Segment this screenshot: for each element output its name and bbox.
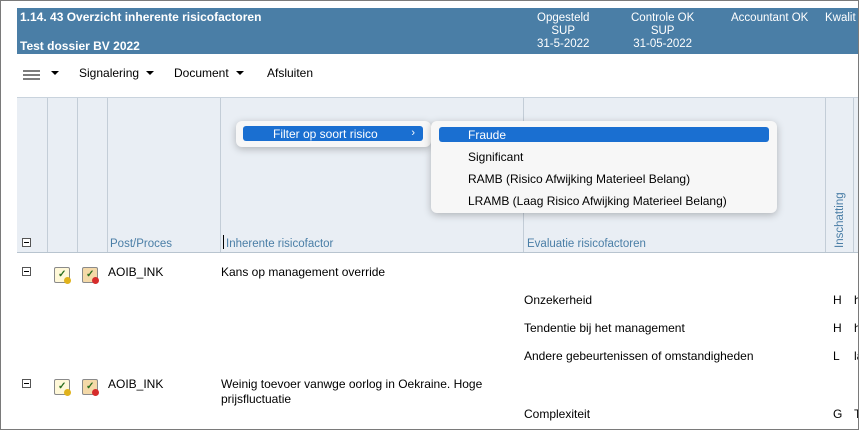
opgesteld-by: SUP <box>551 25 576 37</box>
document-header: 1.14. 43 Overzicht inherente risicofacto… <box>17 8 858 54</box>
page-title: 1.14. 43 Overzicht inherente risicofacto… <box>20 10 262 24</box>
filter-label: Filter op soort risico <box>273 127 378 141</box>
toolbar: Signalering Document Afsluiten <box>17 61 858 89</box>
evaluation-extra: T <box>854 407 858 421</box>
evaluation-extra: h <box>854 293 858 307</box>
row-1-post: AOIB_INK <box>108 265 164 279</box>
window-frame: 1.14. 43 Overzicht inherente risicofacto… <box>0 0 859 430</box>
kwalit-status: Kwalit <box>825 12 856 25</box>
evaluation-code: L <box>833 349 840 363</box>
row-2-post: AOIB_INK <box>108 377 164 391</box>
evaluation-text: Complexiteit <box>524 407 591 421</box>
evaluation-code: H <box>833 321 842 335</box>
evaluation-text: Onzekerheid <box>524 293 593 307</box>
signalering-label: Signalering <box>79 66 140 80</box>
row-collapse-toggle[interactable] <box>22 267 31 276</box>
evaluation-extra: h <box>854 321 858 335</box>
context-menu: Filter op soort risico › <box>236 121 431 147</box>
controle-by: SUP <box>650 25 675 37</box>
chevron-right-icon: › <box>411 127 415 139</box>
submenu: Fraude Significant RAMB (Risico Afwijkin… <box>431 121 777 213</box>
controle-label: Controle OK <box>631 12 695 24</box>
column-header-post[interactable]: Post/Proces <box>110 238 172 250</box>
column-header-evaluatie[interactable]: Evaluatie risicofactoren <box>527 238 646 250</box>
remove-icon[interactable]: ✓ <box>82 267 99 284</box>
collapse-all-toggle[interactable] <box>22 238 31 247</box>
approve-icon[interactable]: ✓ <box>54 267 71 284</box>
evaluation-text: Tendentie bij het management <box>524 321 685 335</box>
opgesteld-status: Opgesteld SUP 31-5-2022 <box>537 12 589 51</box>
submenu-item-fraude[interactable]: Fraude <box>439 127 769 142</box>
text-cursor <box>223 235 224 249</box>
hamburger-menu-icon[interactable] <box>23 70 40 81</box>
remove-icon[interactable]: ✓ <box>82 379 99 396</box>
fraude-label: Fraude <box>468 128 507 142</box>
menu-item-filter-soort-risico[interactable]: Filter op soort risico › <box>243 126 423 141</box>
opgesteld-label: Opgesteld <box>537 12 590 24</box>
controle-status: Controle OK SUP 31-05-2022 <box>631 12 694 51</box>
approve-icon[interactable]: ✓ <box>54 379 71 396</box>
submenu-item-ramb[interactable]: RAMB (Risico Afwijking Materieel Belang) <box>468 172 690 186</box>
controle-date: 31-05-2022 <box>633 38 693 50</box>
kwalit-label: Kwalit <box>825 12 856 24</box>
column-header-factor[interactable]: Inherente risicofactor <box>226 238 333 250</box>
document-menu[interactable]: Document <box>174 66 244 80</box>
document-label: Document <box>174 66 229 80</box>
evaluation-code: H <box>833 293 842 307</box>
row-collapse-toggle[interactable] <box>22 379 31 388</box>
submenu-item-significant[interactable]: Significant <box>468 150 523 164</box>
row-1-factor: Kans op management override <box>221 265 386 279</box>
row-2-factor-line1: Weinig toevoer vanwge oorlog in Oekraine… <box>221 377 483 391</box>
afsluiten-button[interactable]: Afsluiten <box>267 66 313 80</box>
menu-dropdown-button[interactable] <box>51 66 59 80</box>
evaluation-text: Andere gebeurtenissen of omstandigheden <box>524 349 754 363</box>
evaluation-code: G <box>833 407 843 421</box>
evaluation-extra: la <box>854 349 858 363</box>
accountant-status: Accountant OK <box>731 12 808 25</box>
accountant-label: Accountant OK <box>731 12 809 24</box>
submenu-item-lramb[interactable]: LRAMB (Laag Risico Afwijking Materieel B… <box>468 194 727 208</box>
opgesteld-date: 31-5-2022 <box>537 38 590 50</box>
chevron-down-icon <box>235 71 244 75</box>
row-2-factor-line2: prijsfluctuatie <box>221 392 292 406</box>
dossier-name: Test dossier BV 2022 <box>20 39 140 53</box>
chevron-down-icon <box>146 71 155 75</box>
signalering-menu[interactable]: Signalering <box>79 66 155 80</box>
column-header-inschatting[interactable]: Inschatting <box>834 192 846 248</box>
